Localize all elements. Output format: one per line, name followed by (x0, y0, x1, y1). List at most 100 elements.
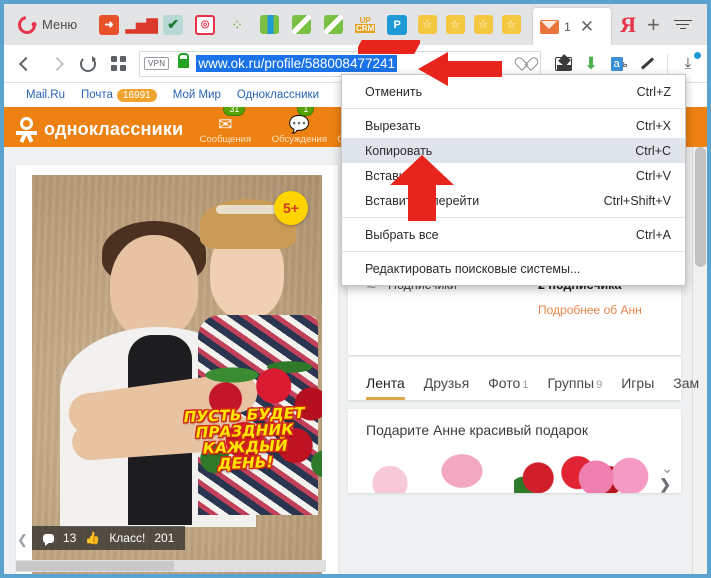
chat-bubbles-icon: 💬 (288, 115, 310, 134)
speed-dial-button[interactable] (103, 49, 134, 79)
tab-close-icon[interactable]: ✕ (580, 18, 594, 35)
tab-zametki[interactable]: Зам (673, 375, 699, 400)
thumbs-up-icon[interactable]: 👍 (85, 531, 100, 545)
tab-strip: Меню ➜ ▂▅▇ ✔ ◎ ⁘ UP CRM P ☆ ☆ ☆ ☆ 1 ✕ Я + (4, 4, 707, 45)
like-label[interactable]: Класс! (109, 531, 145, 545)
reload-icon (79, 55, 96, 72)
ext-ok-yellow-2-ext[interactable]: ☆ (442, 13, 468, 37)
gift-item-4[interactable] (571, 457, 655, 493)
ext-leaf-green2-ext[interactable] (320, 13, 346, 37)
photo-stats-bar: 13 👍 Класс! 201 (32, 526, 186, 550)
tab-foto-count: 1 (522, 379, 529, 391)
menu-item-edit-search-engines[interactable]: Редактировать поисковые системы... (342, 256, 685, 281)
page-scrollbar[interactable] (692, 147, 707, 574)
envelope-icon: ✉ (218, 115, 233, 134)
tab-tail-decoration (358, 40, 420, 56)
translate-icon[interactable]: aь (606, 51, 632, 77)
mail-envelope-icon (540, 19, 560, 34)
overlay-line-3: КАЖДЫЙ ДЕНЬ! (202, 436, 289, 473)
ok-logo[interactable]: одноклассники (16, 117, 183, 147)
extension-icons: ➜ ▂▅▇ ✔ ◎ ⁘ UP CRM P ☆ ☆ ☆ ☆ (89, 13, 525, 37)
window-controls: ✕ (660, 4, 711, 45)
toolbar-divider (667, 53, 668, 74)
forward-button[interactable] (41, 49, 72, 79)
ok-nav-discussions-label: Обсуждения (271, 134, 327, 145)
ext-upcrm-ext[interactable]: UP CRM (352, 13, 378, 37)
annotation-arrow-left-pointing (418, 52, 502, 86)
horizontal-scrollbar[interactable] (16, 560, 326, 572)
chevron-left-icon[interactable]: ❮ (17, 532, 28, 548)
annotation-arrow-up-pointing (390, 155, 454, 221)
gift-item-1[interactable] (370, 463, 410, 493)
new-tab-button[interactable]: + (647, 12, 660, 38)
gift-item-2[interactable] (440, 453, 484, 489)
menu-item-undo[interactable]: Отменить Ctrl+Z (342, 79, 685, 104)
right-toolbar: ⬇ aь ⤓ (546, 51, 701, 77)
ok-nav-discussions[interactable]: 1 💬 Обсуждения (263, 107, 335, 147)
url-text[interactable]: www.ok.ru/profile/588008477241 (196, 55, 397, 72)
chevron-right-icon (49, 56, 64, 71)
tab-list-button[interactable] (660, 4, 706, 45)
ext-checkmark-ext[interactable]: ✔ (160, 13, 186, 37)
gift-next-button[interactable]: ❯ (659, 476, 671, 493)
profile-tabs: Лента Друзья Фото 1 Группы 9 Игры Зам (348, 356, 699, 400)
download-notification-dot (694, 51, 701, 59)
menu-accel-paste-and-go: Ctrl+Shift+V (603, 193, 671, 208)
bookmark-heart-icon[interactable] (519, 58, 532, 70)
tab-foto[interactable]: Фото 1 (488, 375, 528, 400)
tab-gruppy[interactable]: Группы 9 (547, 375, 602, 400)
ext-p-blue-ext[interactable]: P (384, 13, 410, 37)
tab-lenta[interactable]: Лента (366, 375, 405, 400)
ext-dots-ext[interactable]: ⁘ (224, 13, 250, 37)
photo-overlay-text: ПУСТЬ БУДЕТ ПРАЗДНИК КАЖДЫЙ ДЕНЬ! (173, 404, 317, 474)
vpn-badge[interactable]: VPN (144, 57, 170, 70)
profile-photo[interactable]: ПУСТЬ БУДЕТ ПРАЗДНИК КАЖДЫЙ ДЕНЬ! 5+ 13 … (32, 175, 322, 574)
downloads-icon[interactable]: ⤓ (675, 51, 701, 77)
menu-item-cut[interactable]: Вырезать Ctrl+X (342, 113, 685, 138)
tab-label: 1 (564, 19, 571, 34)
chevron-down-icon[interactable]: ⌄ (661, 460, 673, 477)
bookmark-moy-mir[interactable]: Мой Мир (173, 89, 221, 101)
photo-card: ПУСТЬ БУДЕТ ПРАЗДНИК КАЖДЫЙ ДЕНЬ! 5+ 13 … (16, 165, 338, 574)
browser-tab[interactable]: 1 ✕ (533, 8, 612, 45)
ext-target-ext[interactable]: ◎ (192, 13, 218, 37)
ext-arrow-right-ext[interactable]: ➜ (96, 13, 122, 37)
chevron-left-icon (18, 56, 33, 71)
bookmark-badge: 16991 (116, 89, 157, 102)
minimize-button[interactable] (706, 4, 711, 45)
browser-menu-label: Меню (42, 17, 78, 32)
ext-leaf-green-ext[interactable] (288, 13, 314, 37)
menu-accel-select-all: Ctrl+A (635, 227, 671, 242)
back-button[interactable] (10, 49, 41, 79)
download-green-icon[interactable]: ⬇ (578, 51, 604, 77)
menu-item-select-all[interactable]: Выбрать все Ctrl+A (342, 222, 685, 247)
reload-button[interactable] (72, 49, 103, 79)
ext-green-blue-ext[interactable] (256, 13, 282, 37)
like-count: 201 (154, 531, 175, 545)
menu-accel-undo: Ctrl+Z (636, 84, 671, 99)
ok-nav-messages[interactable]: 31 ✉ Сообщения (189, 107, 261, 147)
browser-menu-button[interactable]: Меню (4, 4, 89, 45)
bookmark-odnoklassniki[interactable]: Одноклассники (237, 89, 319, 101)
profile-more-link[interactable]: Подробнее об Анн (538, 303, 663, 317)
ext-ok-yellow-1-ext[interactable]: ☆ (414, 13, 440, 37)
bookmark-mail-ru[interactable]: Mail.Ru (26, 89, 65, 101)
ext-ok-yellow-3-ext[interactable]: ☆ (470, 13, 496, 37)
scrollbar-thumb[interactable] (695, 147, 706, 267)
screenshot-icon[interactable] (550, 51, 576, 77)
photo-figure-hairband (216, 205, 282, 214)
tab-druzya[interactable]: Друзья (424, 375, 469, 400)
tab-igry[interactable]: Игры (621, 375, 654, 400)
ext-bar-chart-ext[interactable]: ▂▅▇ (125, 13, 158, 37)
menu-accel-cut: Ctrl+X (635, 118, 671, 133)
comment-bubble-icon (43, 533, 54, 546)
yandex-tab-icon[interactable]: Я (620, 12, 636, 38)
pencil-icon[interactable] (634, 51, 660, 77)
grid-apps-icon (111, 56, 126, 71)
browser-window: Меню ➜ ▂▅▇ ✔ ◎ ⁘ UP CRM P ☆ ☆ ☆ ☆ 1 ✕ Я + (0, 0, 711, 578)
gift-card: Подарите Анне красивый подарок ⌄ ❯ (348, 409, 681, 493)
bookmark-pochta[interactable]: Почта 16991 (81, 89, 157, 102)
horizontal-scrollbar-thumb[interactable] (16, 561, 174, 571)
ext-ok-yellow-4-ext[interactable]: ☆ (498, 13, 524, 37)
comments-count: 13 (63, 531, 77, 545)
